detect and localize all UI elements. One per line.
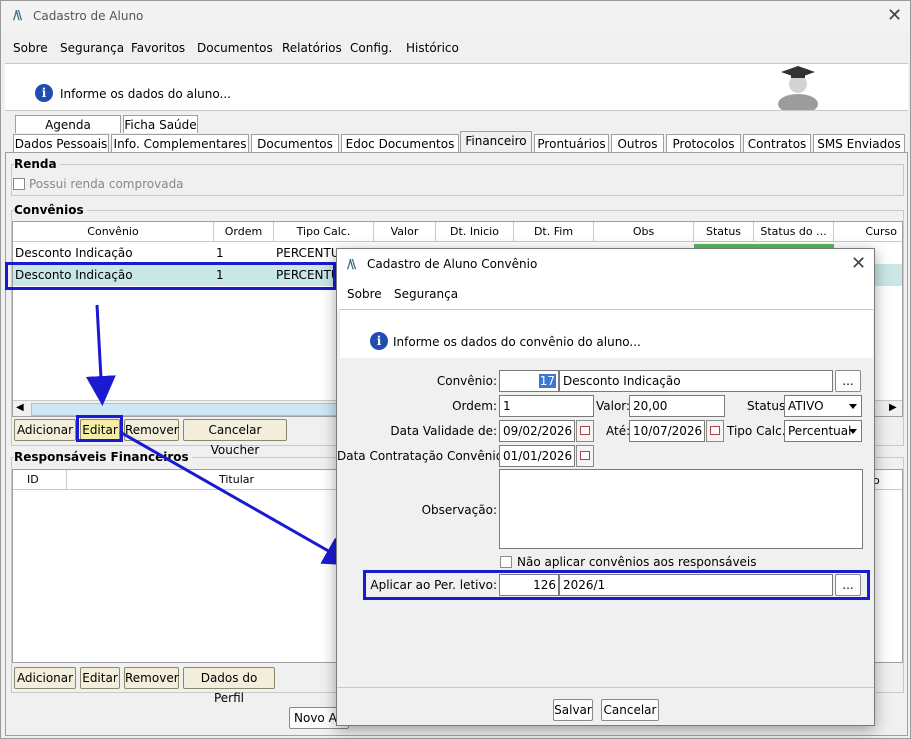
- arrow-diagonal: [119, 430, 354, 566]
- calendar-icon[interactable]: [706, 420, 724, 442]
- dialog-footer: Salvar Cancelar: [337, 687, 874, 726]
- highlight-periodo-row: [363, 570, 870, 600]
- convenio-id-value: 17: [538, 374, 556, 388]
- observacao-label: Observação:: [421, 503, 497, 517]
- dialog-close-icon[interactable]: ✕: [851, 253, 866, 274]
- status-label: Status:: [747, 399, 790, 413]
- ordem-input[interactable]: 1: [499, 395, 594, 417]
- nao-aplicar-label: Não aplicar convênios aos responsáveis: [517, 555, 757, 569]
- dialog-menu-seguranca[interactable]: Segurança: [394, 287, 458, 301]
- chevron-down-icon: [849, 429, 857, 434]
- dialog-title: Cadastro de Aluno Convênio: [367, 257, 538, 271]
- nao-aplicar-checkbox[interactable]: [500, 556, 512, 568]
- tipo-calc-value: Percentual: [788, 424, 852, 438]
- valor-label: Valor:: [596, 399, 631, 413]
- status-select[interactable]: ATIVO: [784, 395, 862, 417]
- contratacao-label: Data Contratação Convênio:: [337, 449, 508, 463]
- calendar-icon[interactable]: [576, 420, 594, 442]
- convenio-name-input[interactable]: Desconto Indicação: [559, 370, 833, 392]
- validade-de-input[interactable]: 09/02/2026: [499, 420, 575, 442]
- contratacao-input[interactable]: 01/01/2026: [499, 445, 575, 467]
- ordem-label: Ordem:: [452, 399, 497, 413]
- validade-ate-input[interactable]: 10/07/2026: [629, 420, 705, 442]
- observacao-textarea[interactable]: [499, 469, 863, 549]
- dialog-menubar: Sobre Segurança: [337, 279, 874, 309]
- valor-input[interactable]: 20,00: [629, 395, 725, 417]
- dialog-form: Convênio: 17 Desconto Indicação ... Orde…: [337, 358, 874, 686]
- dialog-info-text: Informe os dados do convênio do aluno...: [393, 335, 641, 349]
- tipo-calc-label: Tipo Calc.:: [727, 424, 790, 438]
- status-value: ATIVO: [788, 399, 824, 413]
- ate-label: Até:: [606, 424, 631, 438]
- dialog-info-banner: i Informe os dados do convênio do aluno.…: [340, 309, 873, 359]
- chevron-down-icon: [849, 404, 857, 409]
- info-icon: i: [370, 332, 388, 350]
- convenio-dialog: /\\ Cadastro de Aluno Convênio ✕ Sobre S…: [336, 248, 875, 726]
- calendar-icon[interactable]: [576, 445, 594, 467]
- convenio-label: Convênio:: [436, 374, 497, 388]
- arrow-down: [85, 304, 116, 406]
- tipo-calc-select[interactable]: Percentual: [784, 420, 862, 442]
- convenio-id-input[interactable]: 17: [499, 370, 559, 392]
- validade-label: Data Validade de:: [390, 424, 497, 438]
- cancelar-button[interactable]: Cancelar: [601, 699, 659, 721]
- convenio-lookup-button[interactable]: ...: [835, 370, 861, 392]
- dialog-title-bar: /\\ Cadastro de Aluno Convênio ✕: [337, 249, 874, 279]
- app-logo-icon: /\\: [347, 257, 356, 271]
- salvar-button[interactable]: Salvar: [553, 699, 593, 721]
- dialog-menu-sobre[interactable]: Sobre: [347, 287, 382, 301]
